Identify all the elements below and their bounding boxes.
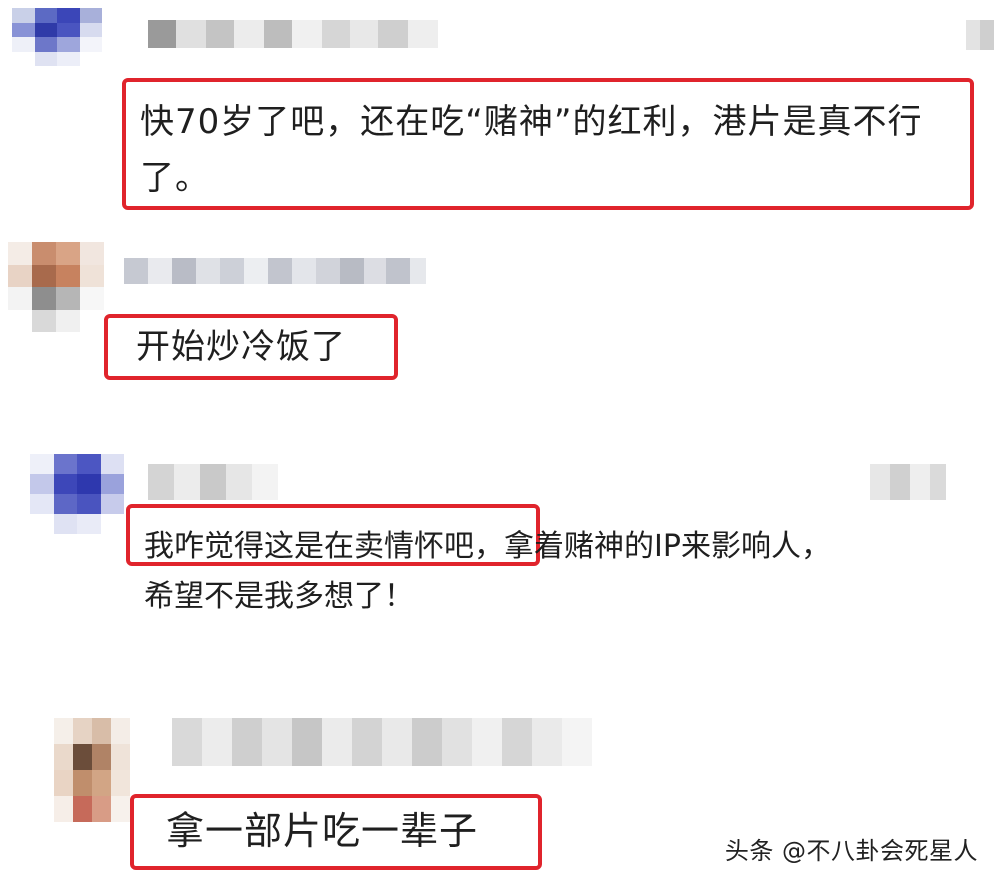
comment-text: 我咋觉得这是在卖情怀吧，拿着赌神的IP来影响人， 希望不是我多想了！: [144, 522, 831, 622]
comment-item: 开始炒冷饭了: [0, 230, 1000, 420]
comment-line: 拿一部片吃一辈子: [166, 809, 479, 853]
like-area-blurred[interactable]: [966, 20, 994, 50]
watermark: 头条 @不八卦会死星人: [724, 837, 978, 865]
username-blurred[interactable]: [172, 718, 592, 766]
username-blurred[interactable]: [148, 464, 278, 500]
username-blurred[interactable]: [124, 258, 426, 284]
avatar[interactable]: [30, 454, 124, 534]
comment-line: 了。: [140, 158, 210, 198]
like-area-blurred[interactable]: [870, 464, 946, 500]
avatar[interactable]: [54, 718, 130, 822]
comment-text: 快70岁了吧，还在吃“赌神”的红利，港片是真不行 了。: [140, 94, 923, 206]
avatar[interactable]: [8, 242, 104, 332]
comment-line: 开始炒冷饭了: [136, 327, 346, 367]
comment-text: 拿一部片吃一辈子: [166, 803, 478, 859]
comment-line: 希望不是我多想了！: [144, 579, 414, 614]
comment-item: 我咋觉得这是在卖情怀吧，拿着赌神的IP来影响人， 希望不是我多想了！: [0, 450, 1000, 700]
comment-line: 我咋觉得这是在卖情怀吧，拿着赌神的IP来影响人，: [144, 529, 831, 564]
comment-text: 开始炒冷饭了: [136, 319, 346, 375]
comment-item: 快70岁了吧，还在吃“赌神”的红利，港片是真不行 了。: [0, 0, 1000, 230]
avatar[interactable]: [12, 8, 102, 66]
comment-line: 快70岁了吧，还在吃“赌神”的红利，港片是真不行: [140, 102, 923, 142]
username-blurred[interactable]: [148, 20, 438, 48]
